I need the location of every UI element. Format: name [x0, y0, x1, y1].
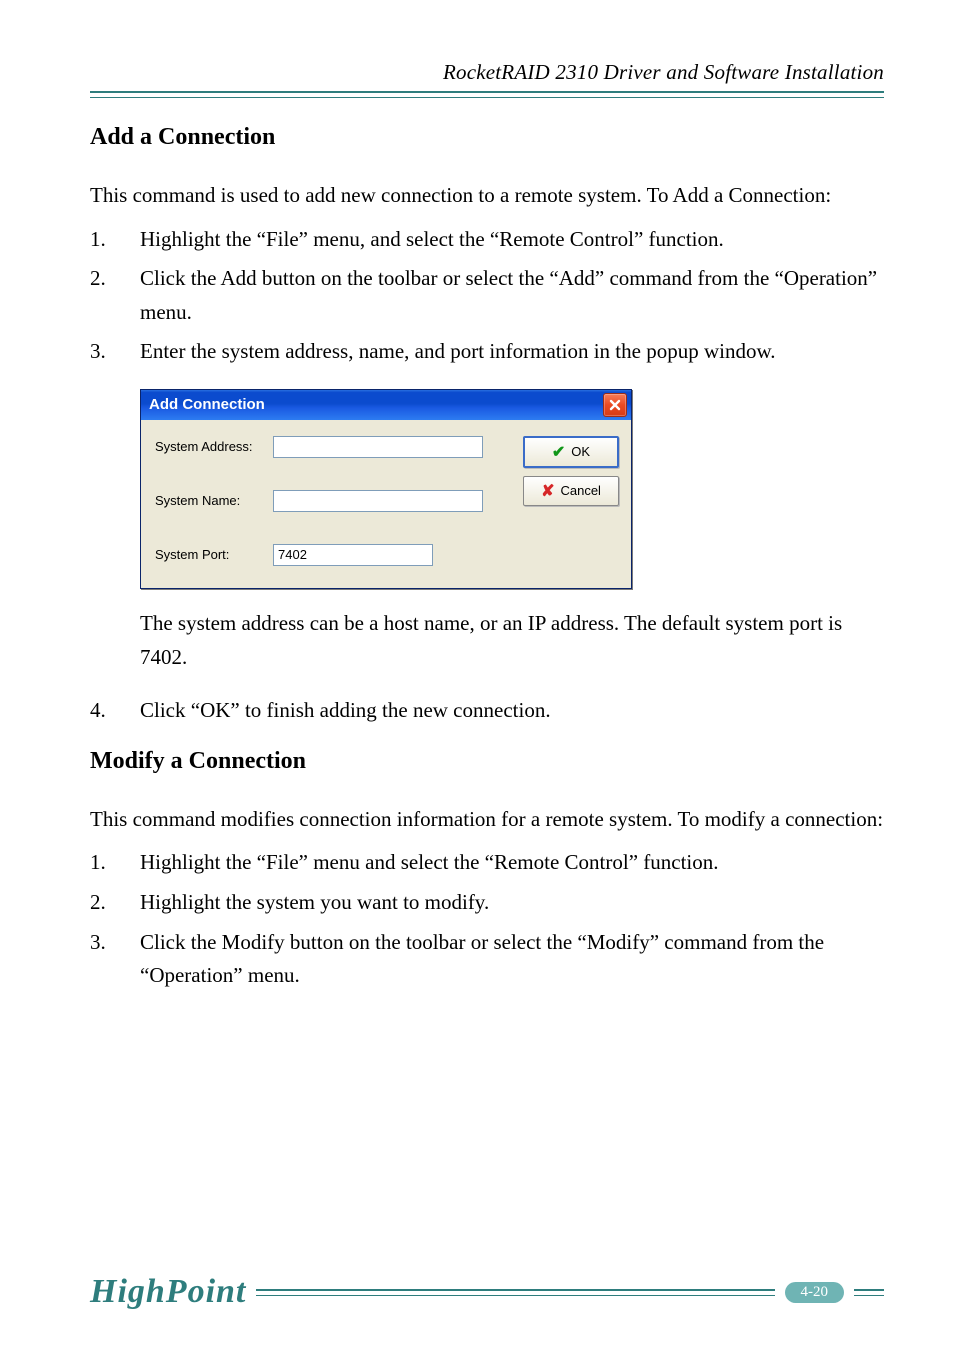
- page-number: 4-20: [785, 1282, 845, 1303]
- footer-rule-left: [256, 1289, 774, 1296]
- modify-step-3: Click the Modify button on the toolbar o…: [90, 926, 884, 993]
- section-add-intro: This command is used to add new connecti…: [90, 179, 884, 213]
- ok-button[interactable]: ✔ OK: [523, 436, 619, 468]
- after-dialog-note: The system address can be a host name, o…: [140, 607, 884, 674]
- add-steps-list: Highlight the “File” menu, and select th…: [90, 223, 884, 369]
- x-icon: ✘: [541, 481, 554, 501]
- modify-steps-list: Highlight the “File” menu and select the…: [90, 846, 884, 992]
- brand-logo: HighPoint: [90, 1273, 246, 1311]
- check-icon: ✔: [552, 442, 565, 462]
- modify-step-2: Highlight the system you want to modify.: [90, 886, 884, 920]
- system-name-label: System Name:: [155, 493, 273, 508]
- cancel-button[interactable]: ✘ Cancel: [523, 476, 619, 506]
- add-steps-list-2: Click “OK” to finish adding the new conn…: [90, 694, 884, 728]
- system-address-input[interactable]: [273, 436, 483, 458]
- cancel-button-label: Cancel: [560, 483, 600, 498]
- dialog-title: Add Connection: [149, 396, 265, 413]
- section-modify-title: Modify a Connection: [90, 748, 884, 775]
- close-button[interactable]: [603, 393, 627, 417]
- modify-step-1: Highlight the “File” menu and select the…: [90, 846, 884, 880]
- system-port-label: System Port:: [155, 547, 273, 562]
- add-step-1: Highlight the “File” menu, and select th…: [90, 223, 884, 257]
- add-step-4: Click “OK” to finish adding the new conn…: [90, 694, 884, 728]
- page-footer: HighPoint 4-20: [90, 1273, 884, 1311]
- ok-button-label: OK: [571, 444, 590, 459]
- add-connection-dialog: Add Connection System Address: System Na…: [140, 389, 632, 589]
- system-name-input[interactable]: [273, 490, 483, 512]
- system-address-label: System Address:: [155, 439, 273, 454]
- footer-rule-right: [854, 1289, 884, 1296]
- section-modify-intro: This command modifies connection informa…: [90, 803, 884, 837]
- close-icon: [609, 399, 621, 411]
- add-step-3: Enter the system address, name, and port…: [90, 335, 884, 369]
- running-header: RocketRAID 2310 Driver and Software Inst…: [90, 60, 884, 85]
- add-step-2: Click the Add button on the toolbar or s…: [90, 262, 884, 329]
- header-rule: [90, 91, 884, 98]
- dialog-titlebar[interactable]: Add Connection: [141, 390, 631, 420]
- section-add-title: Add a Connection: [90, 124, 884, 151]
- system-port-input[interactable]: [273, 544, 433, 566]
